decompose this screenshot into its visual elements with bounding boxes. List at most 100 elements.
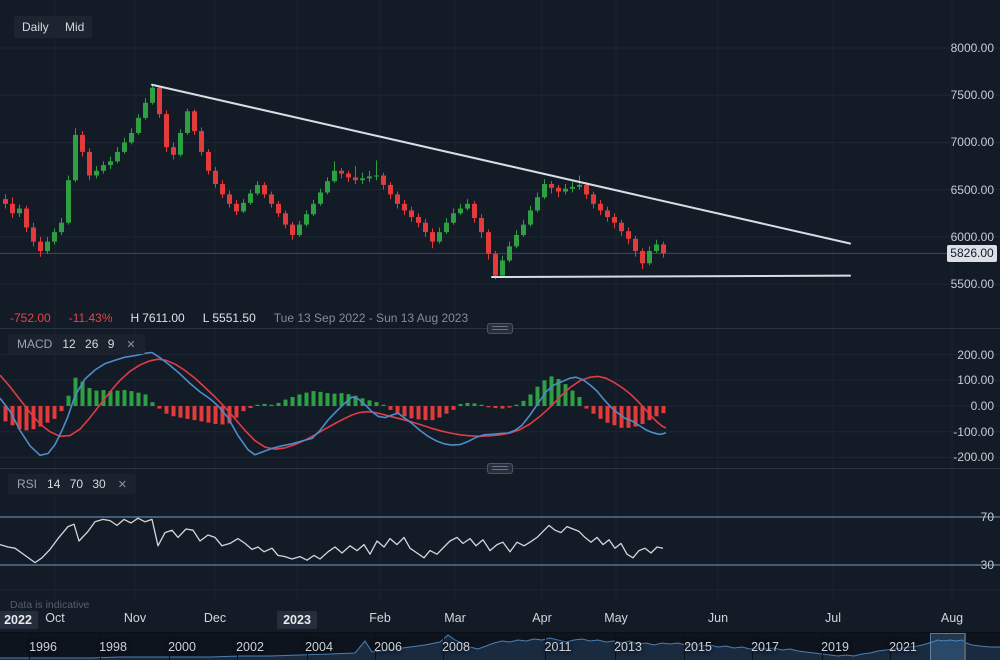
candle-body (185, 111, 190, 133)
time-axis-label: 2022 (0, 611, 38, 629)
macd-histogram-bar (403, 406, 407, 416)
candle-body (87, 152, 92, 176)
time-axis-label: Aug (941, 611, 963, 625)
minimap-visible-range-selection[interactable] (930, 633, 965, 660)
minimap-year-label: 2015 (684, 640, 712, 654)
candle-body (633, 239, 638, 251)
macd-histogram-bar (333, 394, 337, 406)
macd-histogram-bar (564, 384, 568, 406)
candle-body (577, 185, 582, 187)
candle-body (563, 189, 568, 192)
candle-body (521, 225, 526, 235)
candle-body (374, 175, 379, 176)
macd-histogram-bar (53, 406, 57, 419)
candle-body (654, 244, 659, 251)
time-axis[interactable]: 2022OctNovDec2023FebMarAprMayJunJulAug (0, 598, 1000, 632)
candle-body (164, 114, 169, 147)
rsi-remove-icon[interactable]: ✕ (118, 478, 127, 491)
candle-body (416, 217, 421, 223)
macd-histogram-bar (270, 405, 274, 406)
minimap-range-marker[interactable] (964, 633, 966, 660)
macd-histogram-bar (249, 406, 253, 408)
panel-resize-handle[interactable] (487, 323, 513, 334)
macd-histogram-bar (172, 406, 176, 416)
last-price-tag: 5826.00 (947, 245, 997, 262)
candle-body (346, 174, 351, 178)
macd-histogram-bar (522, 401, 526, 406)
candle-body (304, 214, 309, 224)
time-axis-label: Apr (532, 611, 551, 625)
candle-body (339, 171, 344, 174)
minimap-area-chart (0, 633, 1000, 660)
macd-histogram-bar (487, 406, 491, 407)
minimap-year-label: 1996 (29, 640, 57, 654)
macd-histogram-bar (326, 393, 330, 406)
time-axis-label: May (604, 611, 628, 625)
candle-body (423, 223, 428, 232)
minimap-year-label: 2011 (545, 640, 572, 654)
macd-histogram-bar (571, 391, 575, 406)
interval-button[interactable]: Daily (14, 16, 57, 38)
macd-panel-canvas[interactable] (0, 330, 1000, 470)
price-source-button[interactable]: Mid (57, 16, 92, 38)
macd-histogram-bar (501, 406, 505, 409)
panel-resize-handle[interactable] (487, 463, 513, 474)
macd-remove-icon[interactable]: ✕ (126, 338, 135, 351)
candle-body (52, 232, 57, 241)
minimap-year-label: 2021 (889, 640, 917, 654)
candle-body (647, 251, 652, 263)
support-line (492, 276, 850, 277)
candle-body (45, 242, 50, 251)
macd-histogram-bar (375, 402, 379, 406)
candle-body (108, 161, 113, 165)
macd-histogram-bar (200, 406, 204, 421)
candle-body (248, 193, 253, 202)
rsi-params: 14 70 30 (47, 477, 106, 491)
macd-indicator-label: MACD 12 26 9 ✕ (8, 334, 145, 354)
candle-body (409, 210, 414, 217)
candle-body (3, 199, 8, 204)
candle-body (227, 194, 232, 203)
macd-histogram-bar (193, 406, 197, 420)
history-minimap[interactable]: 1996199820002002200420062008201120132015… (0, 632, 1000, 660)
macd-histogram-bar (242, 406, 246, 411)
macd-histogram-bar (67, 396, 71, 406)
candle-body (479, 218, 484, 232)
candle-body (584, 185, 589, 194)
range-low: L5551.50 (203, 311, 256, 325)
candle-body (598, 204, 603, 211)
macd-histogram-bar (60, 406, 64, 411)
macd-histogram-bar (424, 406, 428, 420)
price-axis[interactable]: 8000.007500.007000.006500.006000.005500.… (935, 0, 1000, 598)
candle-body (535, 197, 540, 210)
time-axis-label: 2023 (277, 611, 317, 629)
candle-body (59, 223, 64, 232)
macd-histogram-bar (179, 406, 183, 418)
candle-body (73, 135, 78, 180)
macd-histogram-bar (123, 390, 127, 406)
minimap-year-label: 2004 (305, 640, 333, 654)
minimap-year-label: 2017 (751, 640, 779, 654)
candle-body (122, 142, 127, 151)
candle-body (612, 217, 617, 223)
candle-body (199, 131, 204, 152)
candle-body (143, 103, 148, 118)
macd-histogram-bar (235, 406, 239, 418)
candle-body (234, 204, 239, 212)
time-axis-label: Mar (444, 611, 466, 625)
candle-body (10, 204, 15, 213)
macd-histogram-bar (529, 394, 533, 406)
rsi-panel-canvas[interactable] (0, 470, 1000, 600)
main-chart-canvas[interactable] (0, 0, 1000, 330)
candle-body (290, 225, 295, 235)
macd-histogram-bar (88, 388, 92, 406)
rsi-line (0, 518, 663, 562)
time-axis-label: Jul (825, 611, 841, 625)
candle-body (549, 184, 554, 188)
candle-body (318, 192, 323, 203)
macd-histogram-bar (606, 406, 610, 423)
candle-body (24, 209, 29, 228)
candle-body (38, 242, 43, 251)
candle-body (311, 204, 316, 214)
candle-body (458, 209, 463, 214)
